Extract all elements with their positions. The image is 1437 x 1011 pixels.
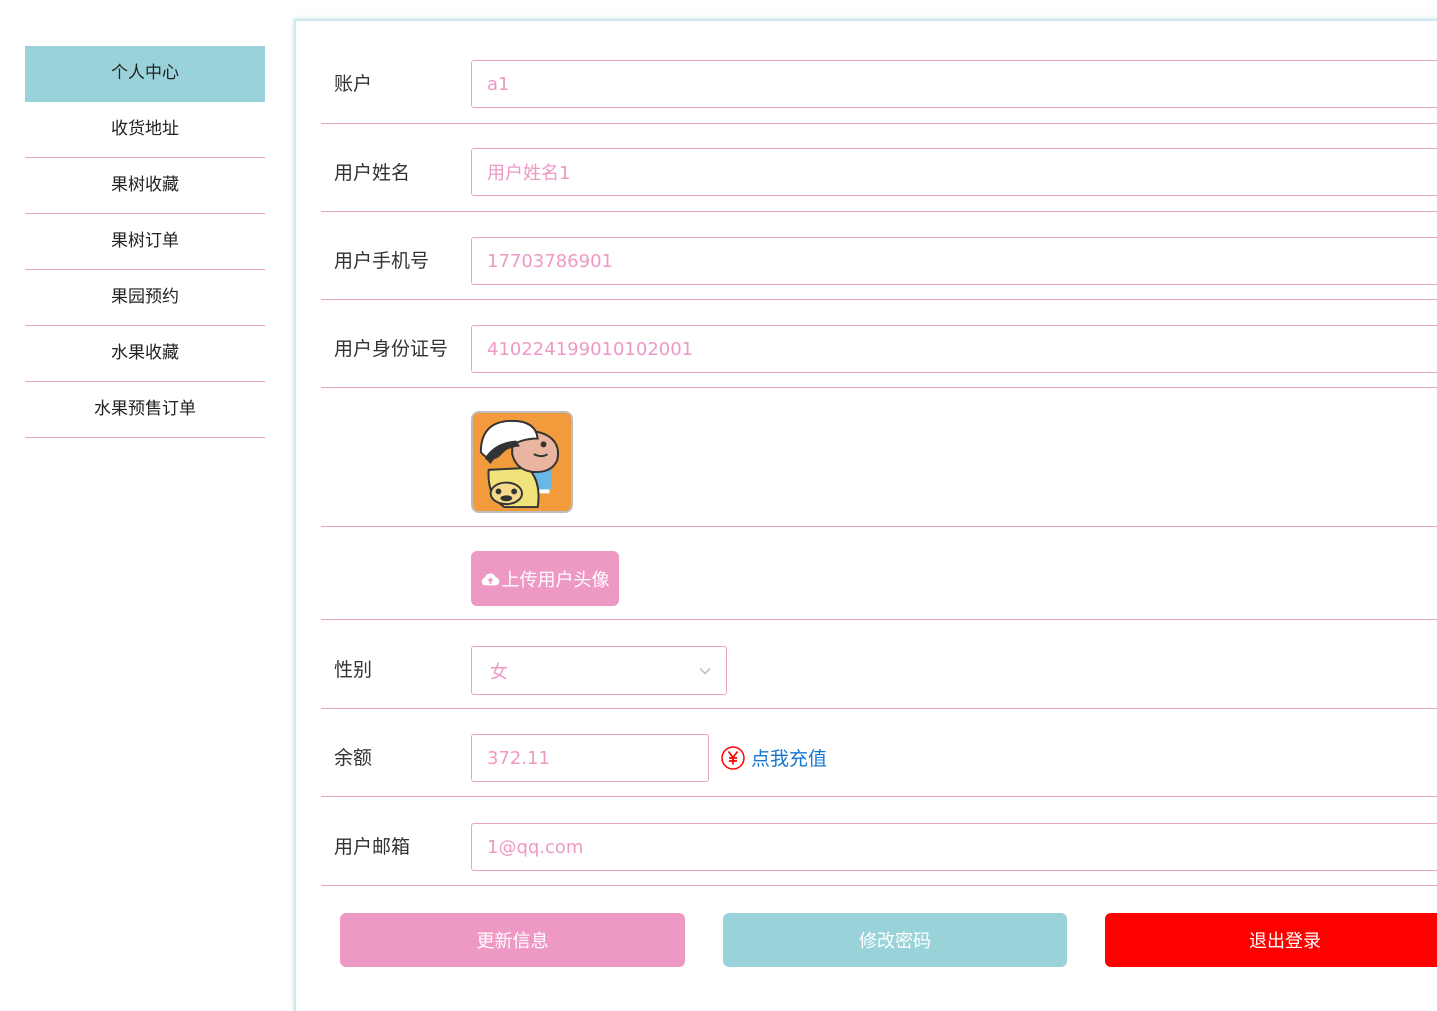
gender-label: 性别	[334, 659, 373, 681]
phone-input[interactable]	[471, 237, 1437, 285]
account-input[interactable]	[471, 60, 1437, 108]
gender-row: 性别 女	[321, 619, 1437, 709]
sidebar-nav: 个人中心 收货地址 果树收藏 果树订单 果园预约 水果收藏 水果预售订单	[25, 46, 265, 438]
balance-input[interactable]	[471, 734, 709, 782]
update-info-button[interactable]: 更新信息	[340, 913, 685, 967]
sidebar-item-tree-favorites[interactable]: 果树收藏	[25, 158, 265, 214]
name-row: 用户姓名	[321, 123, 1437, 212]
balance-row: 余额 点我充值	[321, 708, 1437, 797]
sidebar-item-tree-orders[interactable]: 果树订单	[25, 214, 265, 270]
email-input[interactable]	[471, 823, 1437, 871]
phone-row: 用户手机号	[321, 211, 1437, 300]
change-password-button[interactable]: 修改密码	[723, 913, 1067, 967]
gender-selected-value: 女	[490, 662, 508, 683]
upload-avatar-label: 上传用户头像	[501, 569, 610, 591]
logout-button[interactable]: 退出登录	[1105, 913, 1437, 967]
profile-panel: 账户 用户姓名 用户手机号 用户身份证号	[294, 19, 1437, 1011]
avatar-row	[321, 387, 1437, 527]
sidebar-item-shipping-address[interactable]: 收货地址	[25, 102, 265, 158]
sidebar-item-fruit-presale-orders[interactable]: 水果预售订单	[25, 382, 265, 438]
phone-label: 用户手机号	[334, 250, 430, 272]
avatar-cartoon-icon	[473, 413, 571, 511]
recharge-link[interactable]: 点我充值	[721, 744, 827, 771]
email-row: 用户邮箱	[321, 796, 1437, 886]
id-card-label: 用户身份证号	[334, 338, 449, 360]
avatar	[471, 411, 573, 513]
email-label: 用户邮箱	[334, 836, 411, 858]
name-label: 用户姓名	[334, 162, 411, 184]
chevron-down-icon	[699, 668, 711, 675]
upload-avatar-button[interactable]: 上传用户头像	[471, 551, 619, 606]
balance-label: 余额	[334, 747, 373, 769]
account-label: 账户	[334, 73, 373, 95]
name-input[interactable]	[471, 148, 1437, 196]
account-row: 账户	[321, 21, 1437, 124]
gender-select[interactable]: 女	[471, 646, 727, 695]
sidebar-item-fruit-favorites[interactable]: 水果收藏	[25, 326, 265, 382]
sidebar-item-personal-center[interactable]: 个人中心	[25, 46, 265, 102]
recharge-label: 点我充值	[751, 748, 828, 770]
upload-row: 上传用户头像	[321, 526, 1437, 620]
sidebar-item-orchard-booking[interactable]: 果园预约	[25, 270, 265, 326]
id-card-input[interactable]	[471, 325, 1437, 373]
id-card-row: 用户身份证号	[321, 299, 1437, 388]
cloud-upload-icon	[481, 572, 499, 585]
yen-circle-icon	[721, 745, 745, 770]
